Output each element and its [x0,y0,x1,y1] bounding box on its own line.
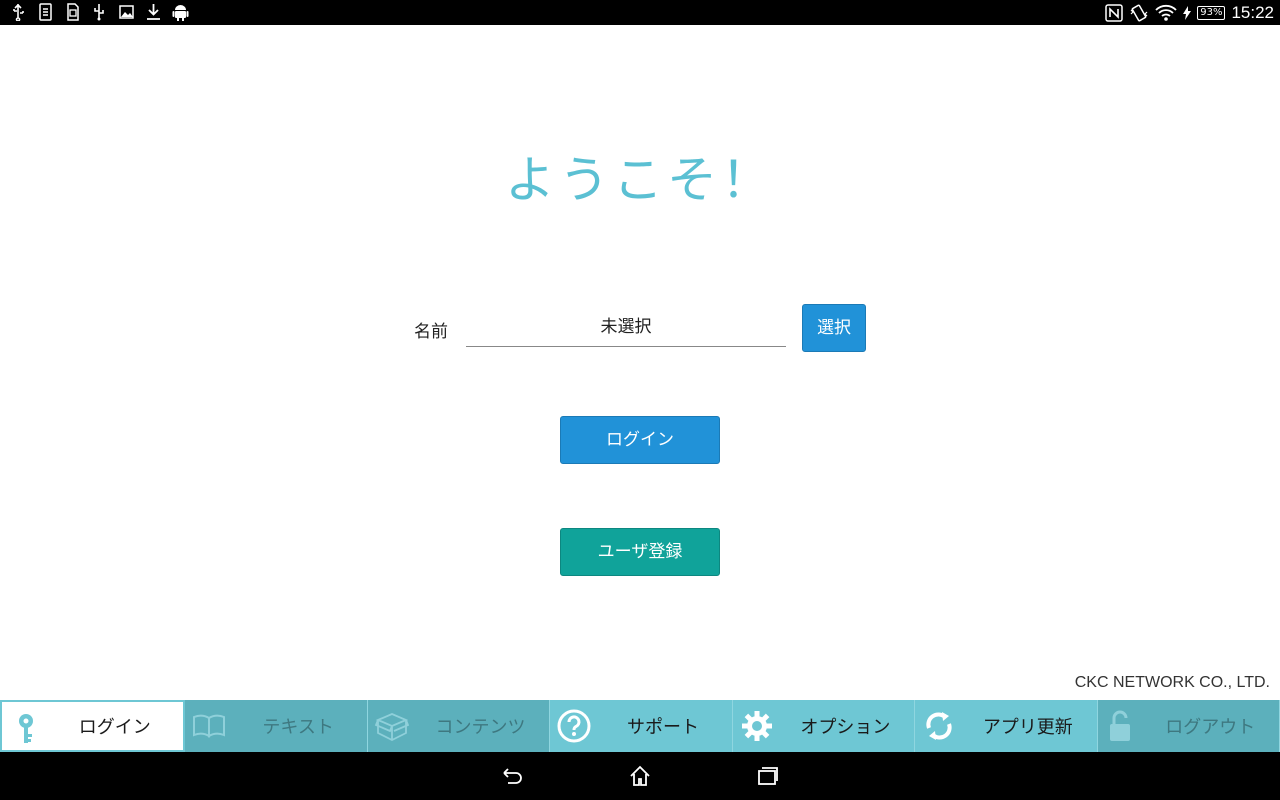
copyright-text: CKC NETWORK CO., LTD. [1074,674,1270,691]
clock: 15:22 [1231,2,1274,22]
usb-icon [13,3,24,21]
sd-card-icon [67,3,79,21]
system-status: 93% 15:22 [1105,2,1274,23]
image-icon [119,5,134,19]
tab-app-update[interactable]: アプリ更新 [915,700,1098,752]
gear-icon [741,711,772,741]
tab-options[interactable]: オプション [732,700,916,752]
tab-logout[interactable]: ログアウト [1097,700,1280,752]
key-icon [19,714,33,743]
home-icon[interactable] [628,764,652,788]
welcome-heading: ようこそ！ [505,151,775,209]
tab-label: コンテンツ [435,717,526,738]
charging-icon [1183,5,1192,20]
tab-label: ログアウト [1165,717,1256,738]
tab-label: ログイン [78,717,151,738]
tab-label: テキスト [262,717,334,738]
usb-debug-icon [94,4,104,21]
tab-support[interactable]: サポート [550,700,733,752]
register-button[interactable]: ユーザ登録 [560,528,720,576]
download-icon [147,4,160,20]
name-label: 名前 [414,322,448,342]
tab-label: サポート [626,717,699,738]
bottom-tab-bar: ログイン テキスト コンテンツ サポート オプション アプリ更新 ログアウト [0,700,1280,752]
tab-label: オプション [800,717,891,738]
android-icon [172,5,189,21]
navigation-bar [0,752,1280,800]
book-icon [193,714,226,738]
tab-text[interactable]: テキスト [185,700,368,752]
refresh-icon [926,712,952,740]
login-button[interactable]: ログイン [560,416,720,464]
recent-apps-icon[interactable] [756,764,780,788]
box-icon [374,713,410,742]
unlock-icon [1109,710,1130,741]
vibrate-icon [1130,4,1148,21]
select-button[interactable]: 選択 [802,304,866,352]
help-icon [557,709,591,743]
notification-icons [10,3,189,21]
tab-login[interactable]: ログイン [0,700,186,752]
sim-card-icon [39,3,52,21]
wifi-icon [1155,4,1177,21]
battery-level: 93% [1197,5,1226,20]
tab-label: アプリ更新 [982,717,1073,738]
tab-contents[interactable]: コンテンツ [367,700,551,752]
name-field[interactable]: 未選択 [466,309,786,347]
status-bar: 93% 15:22 [0,0,1280,25]
back-icon[interactable] [500,764,524,788]
nfc-icon [1105,3,1123,22]
